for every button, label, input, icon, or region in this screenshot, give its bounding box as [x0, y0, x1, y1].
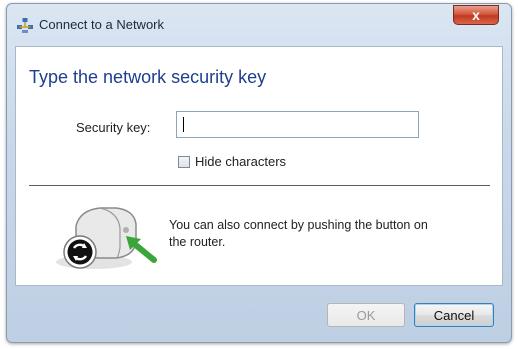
ok-button[interactable]: OK [327, 303, 405, 327]
dialog-footer: OK Cancel [7, 287, 511, 343]
security-key-label: Security key: [76, 120, 151, 135]
page-title: Type the network security key [29, 67, 267, 87]
router-wps-icon [56, 207, 157, 269]
close-button[interactable]: x [453, 5, 499, 25]
text-caret [183, 117, 184, 132]
close-icon: x [472, 7, 480, 23]
hide-characters-row[interactable]: Hide characters [178, 154, 286, 169]
network-icon [17, 18, 33, 33]
title-bar: Connect to a Network x [7, 4, 511, 44]
divider [29, 185, 490, 186]
wps-message: You can also connect by pushing the butt… [169, 218, 428, 249]
security-key-input[interactable] [176, 111, 419, 138]
hide-characters-label[interactable]: Hide characters [195, 154, 286, 169]
hide-characters-checkbox[interactable] [178, 155, 190, 168]
window-title: Connect to a Network [39, 17, 165, 32]
dialog-content: Type the network security key Security k… [15, 46, 503, 286]
connect-network-dialog: Connect to a Network x Type the network … [6, 3, 512, 343]
cancel-button[interactable]: Cancel [414, 303, 494, 327]
